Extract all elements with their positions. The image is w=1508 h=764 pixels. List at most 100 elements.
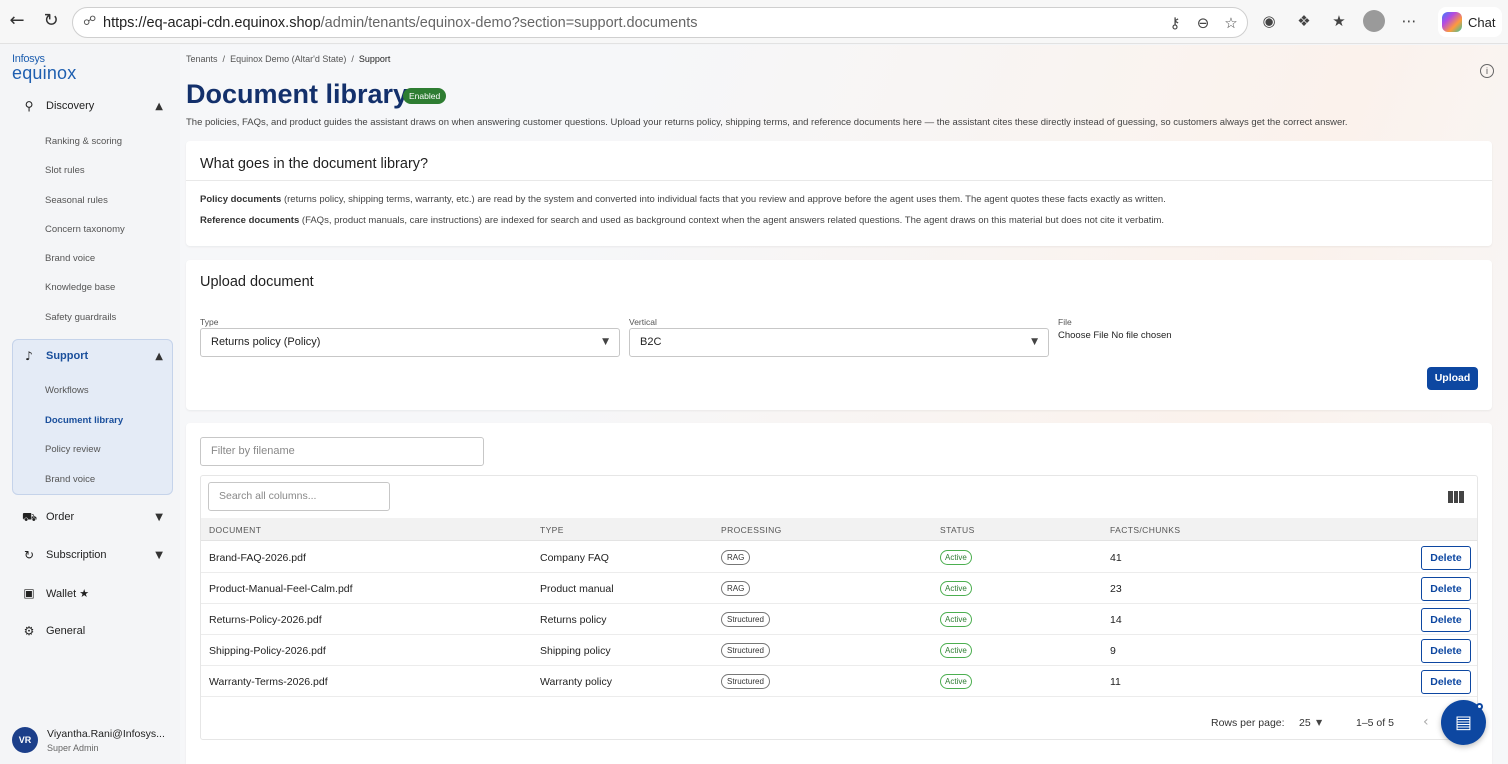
sidebar-section-label: Discovery (46, 100, 95, 112)
breadcrumb-sep: / (351, 54, 354, 64)
main-content: Tenants / Equinox Demo (Altar'd State) /… (180, 45, 1508, 764)
table-row: Warranty-Terms-2026.pdf Warranty policy … (201, 666, 1477, 697)
key-icon[interactable]: ⚷ (1165, 12, 1185, 34)
help-book-button[interactable]: ▤ (1441, 700, 1486, 745)
sidebar-item-brand-voice[interactable]: Brand voice (45, 253, 95, 264)
info-card-title: What goes in the document library? (200, 156, 429, 172)
sidebar-item-seasonal-rules[interactable]: Seasonal rules (45, 195, 108, 206)
brand-bottom: equinox (12, 63, 77, 83)
cell-type: Returns policy (540, 614, 607, 626)
cell-type: Warranty policy (540, 676, 612, 688)
url-text[interactable]: https://eq-acapi-cdn.equinox.shop/admin/… (103, 15, 698, 31)
cell-type: Product manual (540, 583, 614, 595)
processing-chip: RAG (721, 550, 751, 565)
sidebar-section-general[interactable]: ⚙ General (12, 619, 173, 643)
sidebar-item-safety-guardrails[interactable]: Safety guardrails (45, 312, 116, 323)
delete-button[interactable]: Delete (1421, 670, 1471, 694)
divider (186, 180, 1492, 181)
more-icon[interactable]: ⋯ (1398, 9, 1420, 33)
file-input[interactable]: Choose File No file chosen (1058, 330, 1172, 341)
table-header: DOCUMENT TYPE PROCESSING STATUS FACTS/CH… (201, 518, 1477, 541)
cell-document: Product-Manual-Feel-Calm.pdf (209, 583, 353, 595)
site-info-icon[interactable]: ☍ (83, 14, 99, 30)
filename-filter-input[interactable]: Filter by filename (200, 437, 484, 466)
record-icon[interactable]: ◉ (1258, 9, 1280, 33)
zoom-out-icon[interactable]: ⊖ (1193, 12, 1213, 34)
sidebar-item-slot-rules[interactable]: Slot rules (45, 165, 85, 176)
delete-button[interactable]: Delete (1421, 577, 1471, 601)
refresh-icon: ↻ (23, 548, 35, 562)
breadcrumb-tenant[interactable]: Equinox Demo (Altar'd State) (230, 54, 346, 64)
upload-card-title: Upload document (200, 274, 314, 290)
extensions-icon[interactable]: ❖ (1293, 9, 1315, 33)
sidebar-section-order[interactable]: ⛟ Order ▼ (12, 505, 173, 529)
upload-button[interactable]: Upload (1427, 367, 1478, 390)
cell-document: Warranty-Terms-2026.pdf (209, 676, 328, 688)
page-subtitle: The policies, FAQs, and product guides t… (186, 117, 1348, 128)
delete-button[interactable]: Delete (1421, 639, 1471, 663)
sidebar-item-document-library[interactable]: Document library (45, 415, 123, 426)
reload-icon[interactable]: ↻ (40, 10, 62, 32)
user-name: Viyantha.Rani@Infosys... (47, 727, 165, 740)
delete-button[interactable]: Delete (1421, 546, 1471, 570)
info-icon[interactable]: i (1480, 64, 1494, 78)
search-input[interactable]: Search all columns... (208, 482, 390, 511)
avatar: VR (12, 727, 38, 753)
profile-avatar[interactable] (1363, 10, 1385, 32)
sidebar-section-wallet[interactable]: ▣ Wallet ★ (12, 581, 173, 605)
columns-icon[interactable] (1448, 491, 1465, 503)
gear-icon: ⚙ (23, 624, 35, 638)
sidebar-item-ranking[interactable]: Ranking & scoring (45, 136, 122, 147)
caret-down-icon: ▼ (1031, 337, 1038, 347)
vertical-select[interactable]: B2C ▼ (629, 328, 1049, 357)
header-status[interactable]: STATUS (940, 525, 975, 535)
cell-document: Shipping-Policy-2026.pdf (209, 645, 326, 657)
table-row: Brand-FAQ-2026.pdf Company FAQ RAG Activ… (201, 542, 1477, 573)
table-row: Product-Manual-Feel-Calm.pdf Product man… (201, 573, 1477, 604)
rows-per-page-select[interactable]: 25 (1299, 717, 1311, 729)
status-chip: Active (940, 612, 972, 627)
chevron-left-icon[interactable]: ‹ (1423, 714, 1429, 730)
address-bar[interactable]: ☍ https://eq-acapi-cdn.equinox.shop/admi… (72, 7, 1248, 38)
type-select[interactable]: Returns policy (Policy) ▼ (200, 328, 620, 357)
documents-card: Filter by filename Search all columns...… (186, 423, 1492, 764)
table-row: Shipping-Policy-2026.pdf Shipping policy… (201, 635, 1477, 666)
caret-down-icon[interactable]: ▼ (1316, 718, 1322, 727)
cart-icon: ⛟ (22, 510, 38, 524)
copilot-chat-button[interactable]: Chat (1438, 7, 1502, 37)
user-menu[interactable]: VR Viyantha.Rani@Infosys... Super Admin (12, 727, 165, 753)
sidebar-section-subscription[interactable]: ↻ Subscription ▼ (12, 543, 173, 567)
policy-bold: Policy documents (200, 194, 282, 205)
star-icon[interactable]: ☆ (1221, 12, 1241, 34)
sidebar-item-workflows[interactable]: Workflows (45, 385, 89, 396)
sidebar-item-policy-review[interactable]: Policy review (45, 444, 100, 455)
chat-label: Chat (1468, 14, 1496, 30)
sidebar-section-support[interactable]: ♪ Support ▲ (12, 344, 173, 368)
header-facts[interactable]: FACTS/CHUNKS (1110, 525, 1180, 535)
breadcrumb-sep: / (222, 54, 226, 64)
status-chip: Active (940, 581, 972, 596)
sidebar-section-discovery[interactable]: ⚲ Discovery ▲ (12, 94, 173, 118)
cell-facts: 9 (1110, 645, 1116, 657)
headset-icon: ♪ (25, 349, 33, 363)
sidebar-item-knowledge-base[interactable]: Knowledge base (45, 282, 115, 293)
header-document[interactable]: DOCUMENT (209, 525, 261, 535)
delete-button[interactable]: Delete (1421, 608, 1471, 632)
sidebar-item-support-brand-voice[interactable]: Brand voice (45, 474, 95, 485)
header-processing[interactable]: PROCESSING (721, 525, 782, 535)
cell-type: Shipping policy (540, 645, 611, 657)
breadcrumb-tenants[interactable]: Tenants (186, 54, 218, 64)
sidebar-item-concern-taxonomy[interactable]: Concern taxonomy (45, 224, 125, 235)
type-select-value: Returns policy (Policy) (211, 336, 321, 348)
reference-bold: Reference documents (200, 215, 300, 226)
processing-chip: Structured (721, 674, 770, 689)
pagination: Rows per page: 25 ▼ 1–5 of 5 ‹ (201, 706, 1477, 741)
processing-chip: RAG (721, 581, 751, 596)
back-icon[interactable]: ← (6, 10, 28, 32)
brand-logo[interactable]: Infosys equinox (12, 53, 77, 83)
favorites-icon[interactable]: ★ (1328, 9, 1350, 33)
header-type[interactable]: TYPE (540, 525, 564, 535)
upload-card: Upload document Type Returns policy (Pol… (186, 260, 1492, 410)
cell-type: Company FAQ (540, 552, 609, 564)
vertical-select-value: B2C (640, 336, 662, 348)
